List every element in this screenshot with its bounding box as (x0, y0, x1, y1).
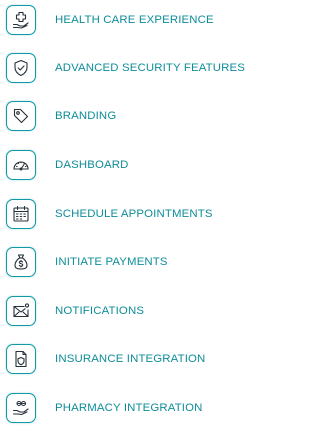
money-bag-icon (6, 247, 36, 277)
feature-item-advanced-security-features: ADVANCED SECURITY FEATURES (0, 52, 266, 88)
calendar-icon (6, 199, 36, 229)
envelope-notification-icon (6, 296, 36, 326)
feature-item-pharmacy-integration: PHARMACY INTEGRATION (0, 392, 266, 428)
feature-item-schedule-appointments: SCHEDULE APPOINTMENTS (0, 198, 266, 234)
feature-label: NOTIFICATIONS (55, 305, 145, 317)
feature-item-dashboard: DASHBOARD (0, 149, 266, 185)
speedometer-icon (6, 150, 36, 180)
feature-item-insurance-integration: INSURANCE INTEGRATION (0, 343, 266, 379)
feature-label: DASHBOARD (55, 159, 129, 171)
feature-label: SCHEDULE APPOINTMENTS (55, 208, 213, 220)
feature-list: HEALTH CARE EXPERIENCE ADVANCED SECURITY… (0, 0, 266, 423)
feature-label: PHARMACY INTEGRATION (55, 402, 203, 414)
feature-item-notifications: NOTIFICATIONS (0, 295, 266, 331)
feature-item-health-care-experience: HEALTH CARE EXPERIENCE (0, 4, 266, 40)
hand-pills-icon (6, 393, 36, 423)
tag-icon (6, 101, 36, 131)
feature-label: HEALTH CARE EXPERIENCE (55, 14, 214, 26)
insurance-document-icon (6, 344, 36, 374)
feature-label: INITIATE PAYMENTS (55, 256, 168, 268)
hand-medical-cross-icon (6, 5, 36, 35)
feature-item-initiate-payments: INITIATE PAYMENTS (0, 246, 266, 282)
shield-check-icon (6, 53, 36, 83)
feature-label: BRANDING (55, 110, 117, 122)
feature-item-branding: BRANDING (0, 100, 266, 136)
feature-label: INSURANCE INTEGRATION (55, 353, 206, 365)
feature-label: ADVANCED SECURITY FEATURES (55, 62, 245, 74)
